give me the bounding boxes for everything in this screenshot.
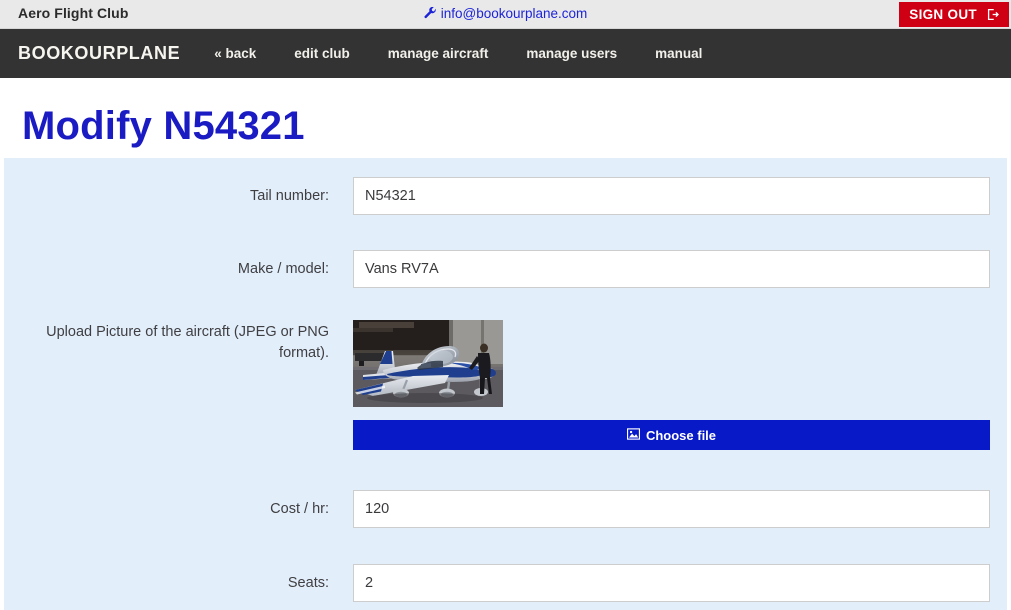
- make-model-label: Make / model:: [237, 261, 329, 277]
- cost-per-hour-label: Cost / hr:: [270, 501, 329, 517]
- sign-out-button[interactable]: SIGN OUT: [899, 2, 1009, 27]
- cost-per-hour-input[interactable]: [353, 490, 990, 528]
- aircraft-photo-thumbnail: [353, 320, 503, 407]
- picture-icon: [626, 427, 640, 443]
- seats-input[interactable]: [353, 564, 990, 602]
- nav-item-manage-users[interactable]: manage users: [526, 46, 617, 61]
- main-navigation-bar: BOOKOURPLANE « back edit club manage air…: [0, 29, 1011, 78]
- contact-email-text: info@bookourplane.com: [440, 6, 588, 21]
- choose-file-button[interactable]: Choose file: [353, 420, 990, 450]
- sign-out-icon: [986, 4, 999, 29]
- nav-item-back[interactable]: « back: [214, 46, 256, 61]
- wrench-icon: [424, 6, 437, 23]
- tail-number-label: Tail number:: [250, 188, 329, 204]
- tail-number-input[interactable]: [353, 177, 990, 215]
- site-logo[interactable]: BOOKOURPLANE: [18, 43, 180, 64]
- page-title: Modify N54321: [22, 104, 305, 148]
- contact-email[interactable]: info@bookourplane.com: [0, 6, 1011, 23]
- nav-item-manage-aircraft[interactable]: manage aircraft: [388, 46, 489, 61]
- top-utility-bar: Aero Flight Club info@bookourplane.com S…: [0, 0, 1011, 29]
- choose-file-label: Choose file: [645, 427, 717, 443]
- aircraft-edit-form: Tail number: Make / model: Upload Pictur…: [4, 158, 1007, 610]
- upload-picture-label: Upload Picture of the aircraft (JPEG or …: [46, 324, 329, 361]
- make-model-input[interactable]: [353, 250, 990, 288]
- nav-item-edit-club[interactable]: edit club: [294, 46, 350, 61]
- seats-label: Seats:: [287, 575, 329, 591]
- nav-items-container: BOOKOURPLANE « back edit club manage air…: [18, 29, 702, 78]
- nav-item-manual[interactable]: manual: [655, 46, 702, 61]
- sign-out-label: SIGN OUT: [909, 7, 977, 22]
